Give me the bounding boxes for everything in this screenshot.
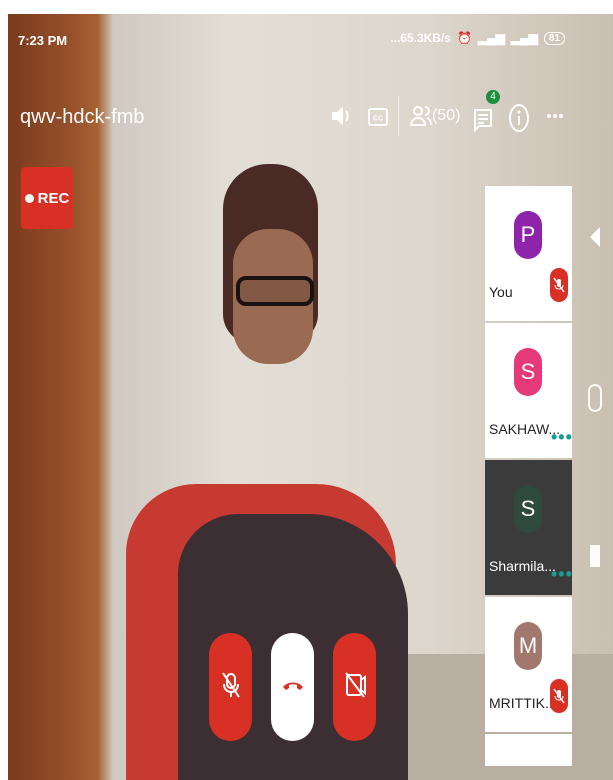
participant-name: You	[489, 284, 513, 300]
closed-captions-icon[interactable]: CC	[368, 108, 388, 131]
speaking-indicator-icon: •••	[551, 564, 573, 584]
mic-off-icon	[550, 268, 568, 302]
participant-tile-partial[interactable]	[485, 734, 572, 766]
signal-2-icon: ▂▄▆	[510, 31, 538, 45]
participant-tile[interactable]: S Sharmila... •••	[485, 460, 572, 595]
participant-name: Sharmila...	[489, 558, 556, 574]
avatar: S	[514, 485, 542, 533]
avatar: P	[514, 211, 542, 259]
camera-off-icon	[344, 670, 366, 705]
mic-off-icon	[221, 670, 241, 705]
network-speed: ...65.3KB/s	[390, 31, 451, 45]
info-icon[interactable]	[508, 104, 530, 137]
alarm-icon: ⏰	[456, 31, 472, 45]
participant-tiles: P You S SAKHAW... ••• S Sharmila... ••• …	[485, 186, 572, 766]
end-call-button[interactable]	[271, 633, 314, 741]
camera-off-button[interactable]	[333, 633, 376, 741]
participant-tile[interactable]: S SAKHAW... •••	[485, 323, 572, 458]
participant-name: MRITTIK...	[489, 695, 557, 711]
recent-apps-icon[interactable]	[590, 545, 600, 567]
speaking-indicator-icon: •••	[551, 427, 573, 447]
record-dot-icon	[24, 193, 34, 203]
speaker-icon[interactable]	[330, 104, 352, 133]
end-call-icon	[282, 678, 304, 697]
header-divider	[398, 96, 399, 136]
speaker-glasses	[236, 276, 314, 306]
recording-indicator[interactable]: REC	[21, 167, 73, 229]
participant-tile[interactable]: M MRITTIK...	[485, 597, 572, 732]
participant-name: SAKHAW...	[489, 421, 561, 437]
meeting-code: qwv-hdck-fmb	[20, 106, 145, 128]
people-icon[interactable]	[409, 104, 432, 133]
home-icon[interactable]	[588, 384, 602, 412]
mic-off-icon	[550, 679, 568, 713]
participants-count[interactable]: (50)	[432, 107, 460, 125]
mute-mic-button[interactable]	[209, 633, 252, 741]
battery-icon: 81	[543, 31, 565, 45]
status-indicators: ...65.3KB/s ⏰ ▂▄▆ ▂▄▆ 81	[390, 31, 565, 45]
chat-icon[interactable]	[473, 108, 493, 137]
back-icon[interactable]	[589, 226, 601, 253]
svg-text:CC: CC	[373, 116, 383, 123]
status-time: 7:23 PM	[18, 33, 68, 48]
participant-tile[interactable]: P You	[485, 186, 572, 321]
signal-icon: ▂▄▆	[477, 31, 505, 45]
rec-label: REC	[37, 189, 70, 207]
avatar: S	[514, 348, 542, 396]
chat-badge: 4	[486, 90, 500, 104]
avatar: M	[514, 622, 542, 670]
more-icon[interactable]	[546, 108, 564, 129]
